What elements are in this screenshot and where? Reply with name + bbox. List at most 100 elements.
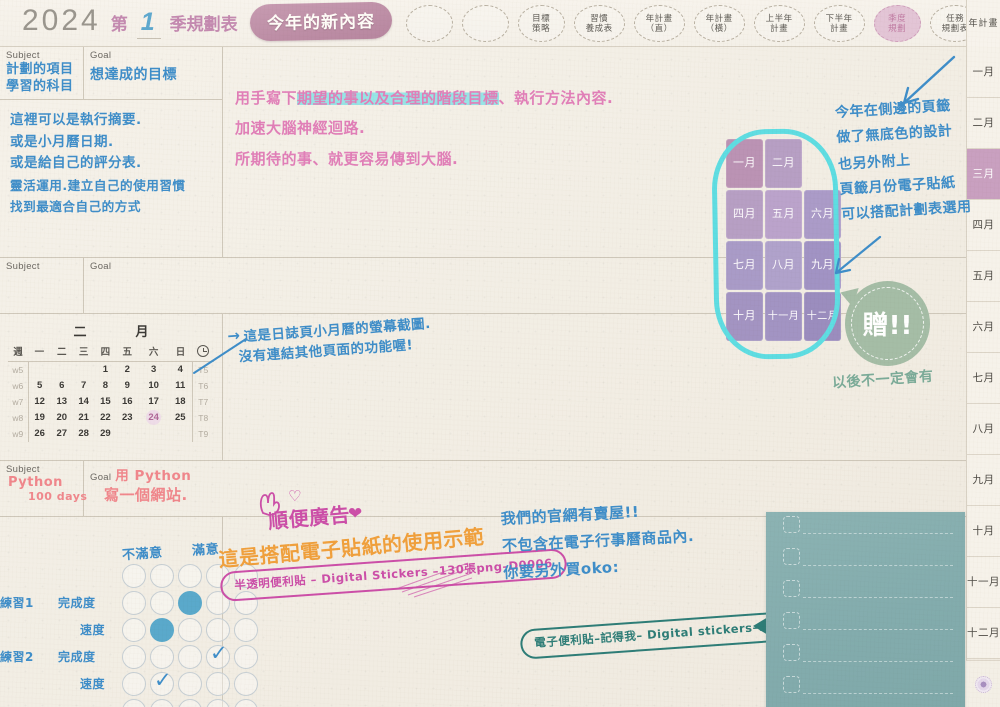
cal-d-3-4[interactable]: 23 [116,410,138,426]
checkbox-icon[interactable] [783,516,800,533]
rating-circle[interactable] [234,671,258,696]
cal-d-2-3[interactable]: 15 [95,394,117,410]
month-grid-cell-nov[interactable]: 十一月 [765,292,802,341]
rating-circle[interactable] [178,698,202,707]
month-grid-cell-dec[interactable]: 十二月 [804,292,841,341]
cal-d-0-5[interactable]: 3 [138,362,169,378]
rating-circle[interactable] [122,617,146,642]
page-settings-button[interactable] [966,660,1000,707]
tab-index[interactable] [405,4,453,42]
rating-circle[interactable] [178,617,202,642]
list-item[interactable] [766,576,965,608]
checkbox-icon[interactable] [783,580,800,597]
cal-d-1-2[interactable]: 7 [73,378,95,394]
tab-goal-strategy[interactable]: 目標 策略 [517,4,565,42]
month-tab-jul[interactable]: 七月 [967,353,1000,404]
month-tab-sep[interactable]: 九月 [967,455,1000,506]
tab-first-half-plan[interactable]: 上半年 計畫 [753,4,805,42]
cal-d-3-0[interactable]: 19 [28,410,51,426]
cal-d-4-1[interactable]: 27 [51,426,73,442]
cal-d-1-4[interactable]: 9 [116,378,138,394]
rating-circle[interactable] [178,563,202,588]
month-grid-cell-jan[interactable]: 一月 [726,139,763,188]
cal-d-4-3[interactable]: 29 [95,426,117,442]
cal-d-3-3[interactable]: 22 [95,410,117,426]
block3-subject-cell[interactable]: Subject Python 100 days [0,461,87,516]
rating-circle[interactable] [206,617,230,642]
month-grid-cell-may[interactable]: 五月 [765,190,802,239]
list-item[interactable] [766,512,965,544]
rating-circle[interactable] [122,644,146,669]
center-notes[interactable]: 用手寫下期望的事以及合理的階段目標、執行方法內容. 加速大腦神經迴路. 所期待的… [235,84,613,175]
month-grid-cell-sep[interactable]: 九月 [804,241,841,290]
cal-d-1-0[interactable]: 5 [28,378,51,394]
cal-d-0-2[interactable] [73,362,95,378]
block3-goal-cell[interactable]: Goal 用 Python 寫一個網站. [84,461,222,516]
month-tab-nov[interactable]: 十一月 [967,557,1000,608]
tab-year-plan-side[interactable]: 年計畫 [966,0,1000,47]
list-item[interactable] [766,608,965,640]
tab-yearplan-vertical[interactable]: 年計畫 （直） [633,4,685,42]
rating-circle[interactable] [150,644,174,669]
rating-circle-checked[interactable] [206,641,230,669]
month-grid-cell-oct[interactable]: 十月 [726,292,763,341]
cal-d-4-4[interactable] [116,426,138,442]
rating-circle[interactable] [122,698,146,707]
cal-d-4-2[interactable]: 28 [73,426,95,442]
rating-circle-selected[interactable] [150,617,174,642]
month-tab-jun[interactable]: 六月 [967,302,1000,353]
cal-d-3-6[interactable]: 25 [169,410,192,426]
rating-circle[interactable] [178,644,202,669]
rating-circle[interactable] [206,671,230,696]
cal-d-0-4[interactable]: 2 [116,362,138,378]
month-tab-aug[interactable]: 八月 [967,404,1000,455]
checkbox-icon[interactable] [783,548,800,565]
cal-d-0-1[interactable] [51,362,73,378]
cal-d-1-1[interactable]: 6 [51,378,73,394]
list-item[interactable] [766,544,965,576]
cal-d-2-4[interactable]: 16 [116,394,138,410]
tab-habit-tracker[interactable]: 習慣 養成表 [573,4,625,42]
cal-d-2-6[interactable]: 18 [169,394,192,410]
block2-subject-cell[interactable]: Subject [0,258,84,313]
cal-d-3-1[interactable]: 20 [51,410,73,426]
block1-subject-cell[interactable]: Subject 計劃的項目 學習的科目 [0,47,84,99]
list-item[interactable] [766,640,965,672]
cal-d-2-0[interactable]: 12 [28,394,51,410]
cal-d-2-2[interactable]: 14 [73,394,95,410]
checkbox-icon[interactable] [783,612,800,629]
month-tab-jan[interactable]: 一月 [967,47,1000,98]
list-item[interactable] [766,672,965,704]
checkbox-icon[interactable] [783,644,800,661]
cal-d-1-5[interactable]: 10 [138,378,169,394]
block2-goal-cell[interactable]: Goal [84,258,222,313]
block1-goal-cell[interactable]: Goal 想達成的目標 [84,47,222,99]
rating-circle[interactable] [234,644,258,669]
month-grid-cell-aug[interactable]: 八月 [765,241,802,290]
rating-circle[interactable] [206,698,230,707]
rating-circle-checked[interactable] [150,668,174,696]
sticky-note-checklist[interactable] [766,512,965,707]
rating-circle[interactable] [122,590,146,615]
cal-d-0-3[interactable]: 1 [95,362,117,378]
checkbox-icon[interactable] [783,676,800,693]
cal-d-3-5-selected[interactable]: 24 [138,410,169,426]
block1-notes[interactable]: 這裡可以是執行摘要. 或是小月曆日期. 或是給自己的評分表. 靈活運用.建立自己… [0,100,222,218]
month-grid-cell-jul[interactable]: 七月 [726,241,763,290]
rating-circle[interactable] [178,671,202,696]
month-grid-cell-apr[interactable]: 四月 [726,190,763,239]
cal-d-4-5[interactable] [138,426,169,442]
cal-d-3-2[interactable]: 21 [73,410,95,426]
tab-yearplan-horizontal[interactable]: 年計畫 （橫） [693,4,745,42]
rating-circle[interactable] [150,563,174,588]
rating-circle[interactable] [234,698,258,707]
month-tab-dec[interactable]: 十二月 [967,608,1000,659]
rating-circle[interactable] [234,617,258,642]
tab-second-half-plan[interactable]: 下半年 計畫 [813,4,865,42]
rating-circle[interactable] [150,590,174,615]
cal-d-1-6[interactable]: 11 [169,378,192,394]
cal-d-2-1[interactable]: 13 [51,394,73,410]
month-grid-cell-jun[interactable]: 六月 [804,190,841,239]
month-tab-feb[interactable]: 二月 [967,98,1000,149]
cal-d-1-3[interactable]: 8 [95,378,117,394]
